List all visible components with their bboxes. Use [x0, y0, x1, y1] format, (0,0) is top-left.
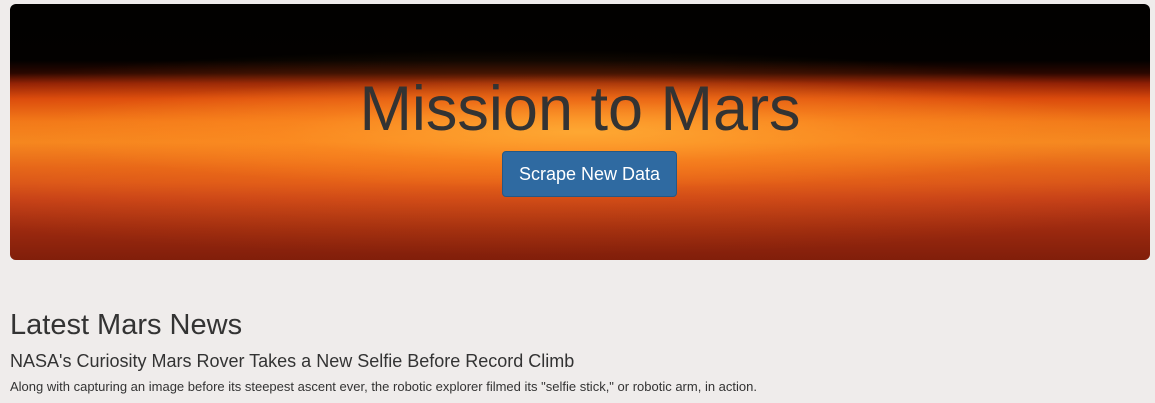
news-title: NASA's Curiosity Mars Rover Takes a New … — [10, 351, 575, 371]
news-teaser: Along with capturing an image before its… — [10, 379, 757, 394]
page: Mission to Mars Scrape New Data Latest M… — [0, 0, 1155, 403]
page-title: Mission to Mars — [359, 74, 801, 144]
hero-banner: Mission to Mars Scrape New Data — [10, 4, 1150, 260]
scrape-new-data-button[interactable]: Scrape New Data — [502, 151, 677, 197]
news-section-heading: Latest Mars News — [10, 309, 243, 341]
